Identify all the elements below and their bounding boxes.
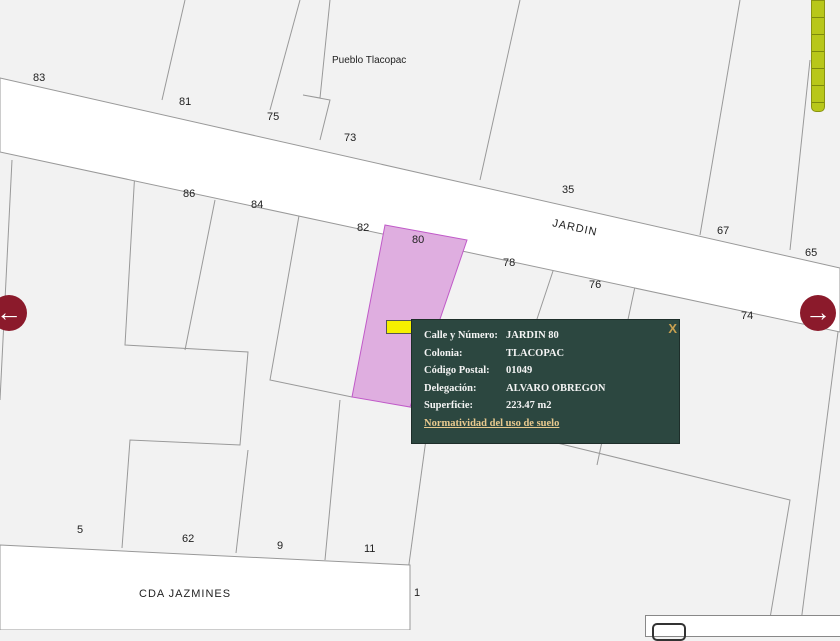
- info-row-superficie: Superficie: 223.47 m2: [424, 400, 679, 418]
- info-row-delegacion: Delegación: ALVARO OBREGON: [424, 383, 679, 401]
- lot-number: 62: [182, 533, 195, 545]
- map-canvas[interactable]: [0, 0, 840, 630]
- lot-number: 11: [364, 543, 376, 555]
- bottom-panel[interactable]: [645, 615, 840, 641]
- panel-icon[interactable]: [652, 623, 686, 641]
- street-label-cda-jazmines: CDA JAZMINES: [139, 588, 232, 600]
- close-popup-button[interactable]: X: [668, 321, 677, 336]
- land-use-link[interactable]: Normatividad del uso de suelo: [424, 418, 559, 436]
- lot-number: 86: [183, 188, 196, 200]
- lot-number: 84: [251, 199, 264, 211]
- info-row-colonia: Colonia: TLACOPAC: [424, 348, 679, 366]
- lot-number: 80: [412, 234, 425, 246]
- lot-number: 1: [414, 587, 421, 599]
- next-arrow-button[interactable]: →: [800, 295, 836, 331]
- lot-number: 78: [503, 257, 516, 269]
- field-label: Código Postal:: [424, 365, 490, 376]
- info-row-address: Calle y Número: JARDIN 80: [424, 330, 679, 348]
- info-row-postal-code: Código Postal: 01049: [424, 365, 679, 383]
- field-value: ALVARO OBREGON: [506, 382, 606, 394]
- lot-number: 5: [77, 524, 84, 536]
- lot-number: 67: [717, 225, 730, 237]
- lot-number: 65: [805, 247, 818, 259]
- lot-number: 74: [741, 310, 754, 322]
- lot-number: 73: [344, 132, 357, 144]
- lot-number: 35: [562, 184, 575, 196]
- lot-number: 83: [33, 72, 46, 84]
- lot-number: 82: [357, 222, 370, 234]
- field-value: JARDIN 80: [506, 330, 559, 341]
- field-label: Colonia:: [424, 347, 463, 359]
- field-value: TLACOPAC: [506, 347, 565, 359]
- field-label: Delegación:: [424, 382, 477, 394]
- lot-number: 81: [179, 96, 192, 108]
- parcel-info-popup: X Calle y Número: JARDIN 80 Colonia: TLACO…: [411, 319, 680, 444]
- field-label: Calle y Número:: [424, 330, 498, 341]
- lot-number: 75: [267, 111, 280, 123]
- lot-number: 76: [589, 279, 602, 291]
- lot-number: 9: [277, 540, 284, 552]
- field-label: Superficie:: [424, 400, 473, 411]
- zoom-slider[interactable]: [811, 0, 825, 112]
- field-value: 01049: [506, 365, 533, 376]
- field-value: 223.47 m2: [506, 400, 552, 411]
- location-tag-icon: [386, 320, 412, 334]
- place-label: Pueblo Tlacopac: [332, 55, 407, 66]
